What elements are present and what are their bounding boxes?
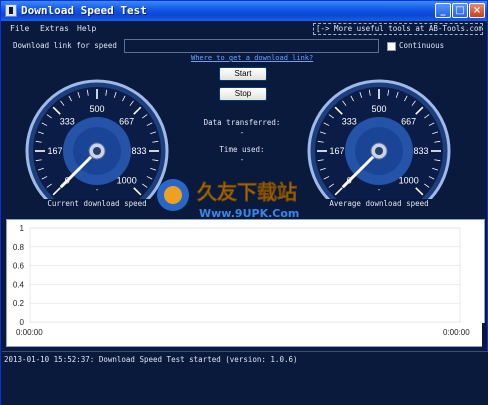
y-tick-label: 1 — [20, 224, 25, 233]
time-used-value: - — [239, 155, 245, 164]
average-gauge-tick-label: 333 — [342, 116, 357, 126]
app-icon — [5, 4, 17, 17]
time-used-label: Time used: — [219, 145, 265, 154]
data-transferred-value: - — [239, 128, 245, 137]
window-title: Download Speed Test — [21, 4, 147, 17]
y-tick-label: 0.6 — [13, 262, 25, 271]
data-transferred-label: Data transferred: — [203, 118, 281, 127]
watermark-line1: 久友下载站 — [197, 180, 297, 204]
current-speed-value: - — [94, 185, 100, 194]
promo-link[interactable]: [-> More useful tools at AB-Tools.com <-… — [313, 23, 483, 35]
average-gauge-tick-label: 833 — [413, 146, 428, 156]
menu-help[interactable]: Help — [77, 24, 96, 33]
current-speed-caption: Current download speed — [47, 199, 147, 208]
y-tick-label: 0.4 — [13, 280, 25, 289]
current-gauge-tick-label: 667 — [119, 116, 134, 126]
current-gauge-tick-label: 167 — [47, 146, 62, 156]
log-line: 2013-01-10 15:52:37: Download Speed Test… — [4, 355, 298, 364]
current-gauge-tick-label: 500 — [89, 104, 104, 114]
current-gauge-hub-center — [93, 147, 101, 155]
y-tick-label: 0 — [20, 318, 25, 327]
app-window: Download Speed Test _ □ × File Extras He… — [0, 0, 488, 405]
continuous-checkbox[interactable] — [387, 42, 396, 51]
average-gauge-hub-center — [375, 147, 383, 155]
minimize-button[interactable]: _ — [435, 3, 451, 18]
y-tick-label: 0.2 — [13, 299, 25, 308]
menu-file[interactable]: File — [10, 24, 29, 33]
download-url-input[interactable] — [124, 39, 379, 53]
current-gauge-tick-label: 833 — [131, 146, 146, 156]
average-gauge-tick-label: 167 — [329, 146, 344, 156]
current-gauge-tick-label: 333 — [60, 116, 75, 126]
log-panel[interactable]: 2013-01-10 15:52:37: Download Speed Test… — [2, 351, 488, 405]
average-gauge-tick-label: 500 — [371, 104, 386, 114]
speed-chart: 1 0.8 0.6 0.4 0.2 0 0:00:00 0:00:00 — [13, 224, 470, 337]
stop-button[interactable]: Stop — [219, 87, 267, 101]
start-button[interactable]: Start — [219, 67, 267, 81]
menu-extras[interactable]: Extras — [40, 24, 69, 33]
download-link-help[interactable]: Where to get a download link? — [191, 54, 313, 62]
url-label: Download link for speed — [13, 41, 117, 50]
speed-chart-panel: 1 0.8 0.6 0.4 0.2 0 0:00:00 0:00:00 — [6, 219, 485, 347]
average-gauge-tick-label: 667 — [401, 116, 416, 126]
current-speed-gauge: 01673335006678331000 — [25, 79, 169, 199]
title-bar[interactable]: Download Speed Test _ □ × — [1, 1, 487, 21]
continuous-label: Continuous — [399, 41, 445, 50]
x-tick-start: 0:00:00 — [16, 328, 43, 337]
close-button[interactable]: × — [469, 3, 485, 18]
y-tick-label: 0.8 — [13, 243, 25, 252]
x-tick-end: 0:00:00 — [443, 328, 470, 337]
maximize-button[interactable]: □ — [452, 3, 468, 18]
right-edge — [482, 323, 487, 351]
plot-area — [29, 227, 461, 323]
